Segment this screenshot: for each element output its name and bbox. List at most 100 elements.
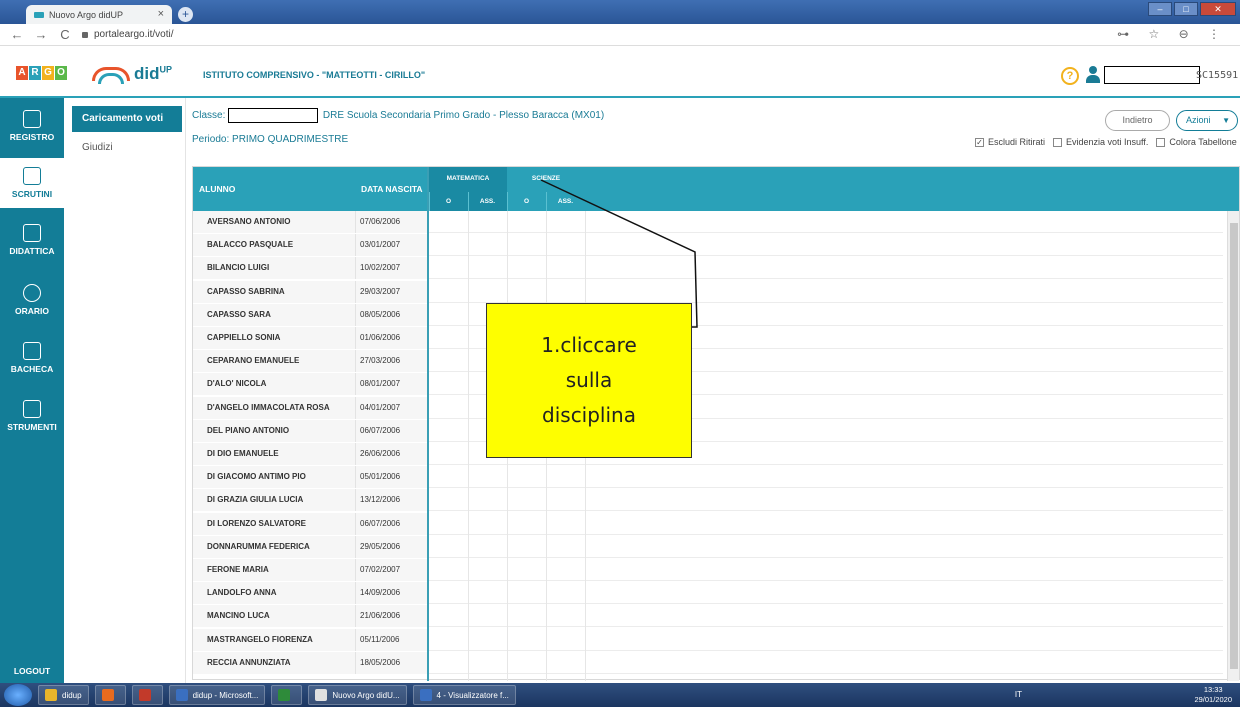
table-row[interactable]: CAPASSO SABRINA 29/03/2007 xyxy=(193,280,1223,303)
book-icon xyxy=(23,224,41,242)
subnav-giudizi[interactable]: Giudizi xyxy=(82,142,113,153)
table-row[interactable]: DEL PIANO ANTONIO 06/07/2006 xyxy=(193,419,1223,442)
help-icon[interactable]: ? xyxy=(1061,67,1079,85)
option-colora-tabellone[interactable]: Colora Tabellone xyxy=(1156,137,1237,147)
table-row[interactable]: D'ALO' NICOLA 08/01/2007 xyxy=(193,373,1223,396)
table-row[interactable]: MANCINO LUCA 21/06/2006 xyxy=(193,605,1223,628)
tab-close-icon[interactable]: × xyxy=(158,8,164,20)
col-matematica-o: O xyxy=(429,192,467,211)
browser-tab[interactable]: Nuovo Argo didUP × xyxy=(26,5,172,24)
student-dob: 01/06/2006 xyxy=(360,333,401,342)
subnav-caricamento-voti[interactable]: Caricamento voti xyxy=(72,106,182,132)
checkbox-icon[interactable]: ✓ xyxy=(975,137,984,147)
student-name: DONNARUMMA FEDERICA xyxy=(207,541,310,551)
cell-divider xyxy=(355,443,356,465)
student-name: DI GIACOMO ANTIMO PIO xyxy=(207,472,306,482)
table-row[interactable]: CAPASSO SARA 08/05/2006 xyxy=(193,303,1223,326)
browser-menu-icons[interactable]: ⊶ ☆ ⊖ ⋮ xyxy=(1117,27,1228,41)
student-name: FERONE MARIA xyxy=(207,565,269,574)
cell-divider xyxy=(355,582,356,605)
taskbar-item[interactable] xyxy=(131,685,163,705)
student-name: BALACCO PASQUALE xyxy=(207,240,294,250)
subject-matematica-label[interactable]: MATEMATICA xyxy=(429,175,507,182)
taskbar-item[interactable]: Nuovo Argo didU... xyxy=(308,685,407,705)
table-row[interactable]: D'ANGELO IMMACOLATA ROSA 04/01/2007 xyxy=(193,396,1223,419)
calendar-icon xyxy=(23,110,41,128)
table-row[interactable]: DI GIACOMO ANTIMO PIO 05/01/2006 xyxy=(193,466,1223,489)
checkbox-icon[interactable] xyxy=(1053,137,1063,147)
sidebar-label: DIDATTICA xyxy=(9,246,55,256)
cell-divider xyxy=(355,327,356,349)
student-name: BILANCIO LUIGI xyxy=(207,263,270,273)
actions-dropdown[interactable]: Azioni ▼ xyxy=(1176,110,1238,131)
student-name: CEPARANO EMANUELE xyxy=(207,356,300,366)
sidebar-item-strumenti[interactable]: STRUMENTI xyxy=(0,400,64,432)
taskbar-item-label: didup - Microsoft... xyxy=(192,690,259,700)
app-icon xyxy=(45,689,57,701)
table-row[interactable]: DI DIO EMANUELE 26/06/2006 xyxy=(193,443,1223,465)
cell-divider xyxy=(355,559,356,581)
subject-scienze-label[interactable]: SCIENZE xyxy=(507,175,585,182)
app-icon xyxy=(101,689,114,701)
vertical-scrollbar[interactable] xyxy=(1227,211,1239,681)
sidebar-item-registro[interactable]: REGISTRO xyxy=(0,110,64,142)
user-icon[interactable] xyxy=(1086,66,1100,84)
table-row[interactable]: MASTRANGELO FIORENZA 05/11/2006 xyxy=(193,628,1223,651)
table-row[interactable]: FERONE MARIA 07/02/2007 xyxy=(193,559,1223,581)
clock-time: 13:33 xyxy=(1203,685,1223,694)
sidebar-label: BACHECA xyxy=(10,364,54,374)
taskbar-item[interactable]: didup xyxy=(38,685,89,705)
student-name: D'ANGELO IMMACOLATA ROSA xyxy=(207,402,330,412)
url-field[interactable]: portaleargo.it/voti/ xyxy=(82,29,174,40)
sidebar-item-scrutini[interactable]: SCRUTINI xyxy=(0,158,64,208)
sidebar-label: STRUMENTI xyxy=(7,422,57,432)
student-name: RECCIA ANNUNZIATA xyxy=(207,657,291,667)
scrollbar-thumb[interactable] xyxy=(1230,223,1238,669)
close-window-button[interactable]: ✕ xyxy=(1200,2,1236,16)
table-row[interactable]: CAPPIELLO SONIA 01/06/2006 xyxy=(193,327,1223,349)
taskbar-item[interactable] xyxy=(271,685,303,705)
logout-button[interactable]: LOGOUT xyxy=(0,666,64,676)
taskbar-item[interactable]: didup - Microsoft... xyxy=(168,685,266,705)
tab-title: Nuovo Argo didUP xyxy=(49,9,124,20)
main-sidebar: REGISTRO SCRUTINI DIDATTICA ORARIO BACHE… xyxy=(0,98,64,683)
option-escludi-ritirati[interactable]: ✓ Escludi Ritirati xyxy=(975,137,1045,147)
maximize-button[interactable]: □ xyxy=(1174,2,1198,16)
url-text: portaleargo.it/voti/ xyxy=(94,29,174,40)
table-row[interactable]: DONNARUMMA FEDERICA 29/05/2006 xyxy=(193,535,1223,558)
windows-taskbar: didup didup - Microsoft... Nuovo Argo didU… xyxy=(0,683,1240,707)
back-button[interactable]: ← xyxy=(10,27,24,42)
back-app-button[interactable]: Indietro xyxy=(1105,110,1170,131)
sidebar-item-didattica[interactable]: DIDATTICA xyxy=(0,224,64,256)
table-row[interactable]: DI LORENZO SALVATORE 06/07/2006 xyxy=(193,512,1223,535)
checkbox-icon[interactable] xyxy=(1156,137,1166,147)
forward-button[interactable]: → xyxy=(34,27,48,42)
period-info: Periodo: PRIMO QUADRIMESTRE xyxy=(192,134,349,145)
table-row[interactable]: RECCIA ANNUNZIATA 18/05/2006 xyxy=(193,651,1223,674)
app-icon xyxy=(278,689,291,701)
argo-logo-letter: R xyxy=(29,66,41,80)
reload-button[interactable]: C xyxy=(58,27,72,42)
student-name: DI GRAZIA GIULIA LUCIA xyxy=(207,495,304,505)
board-icon xyxy=(23,342,41,360)
taskbar-item[interactable] xyxy=(94,685,126,705)
student-name: CAPASSO SABRINA xyxy=(207,286,285,296)
new-tab-button[interactable]: + xyxy=(178,7,193,22)
student-name: AVERSANO ANTONIO xyxy=(207,217,291,226)
option-evidenzia-insuff[interactable]: Evidenzia voti Insuff. xyxy=(1053,137,1148,147)
student-name: DI DIO EMANUELE xyxy=(207,449,279,458)
taskbar-item[interactable]: 4 - Visualizzatore f... xyxy=(412,685,516,705)
column-header-alunno: ALUNNO xyxy=(199,184,236,194)
table-row[interactable]: AVERSANO ANTONIO 07/06/2006 xyxy=(193,211,1223,233)
sidebar-item-orario[interactable]: ORARIO xyxy=(0,284,64,316)
minimize-button[interactable]: – xyxy=(1148,2,1172,16)
table-row[interactable]: LANDOLFO ANNA 14/09/2006 xyxy=(193,582,1223,605)
sidebar-item-bacheca[interactable]: BACHECA xyxy=(0,342,64,374)
table-row[interactable]: BALACCO PASQUALE 03/01/2007 xyxy=(193,234,1223,257)
table-row[interactable]: BILANCIO LUIGI 10/02/2007 xyxy=(193,257,1223,280)
student-dob: 06/07/2006 xyxy=(360,425,401,435)
actions-label: Azioni xyxy=(1186,115,1211,125)
start-button[interactable] xyxy=(4,684,32,706)
table-row[interactable]: DI GRAZIA GIULIA LUCIA 13/12/2006 xyxy=(193,489,1223,512)
table-row[interactable]: CEPARANO EMANUELE 27/03/2006 xyxy=(193,350,1223,373)
